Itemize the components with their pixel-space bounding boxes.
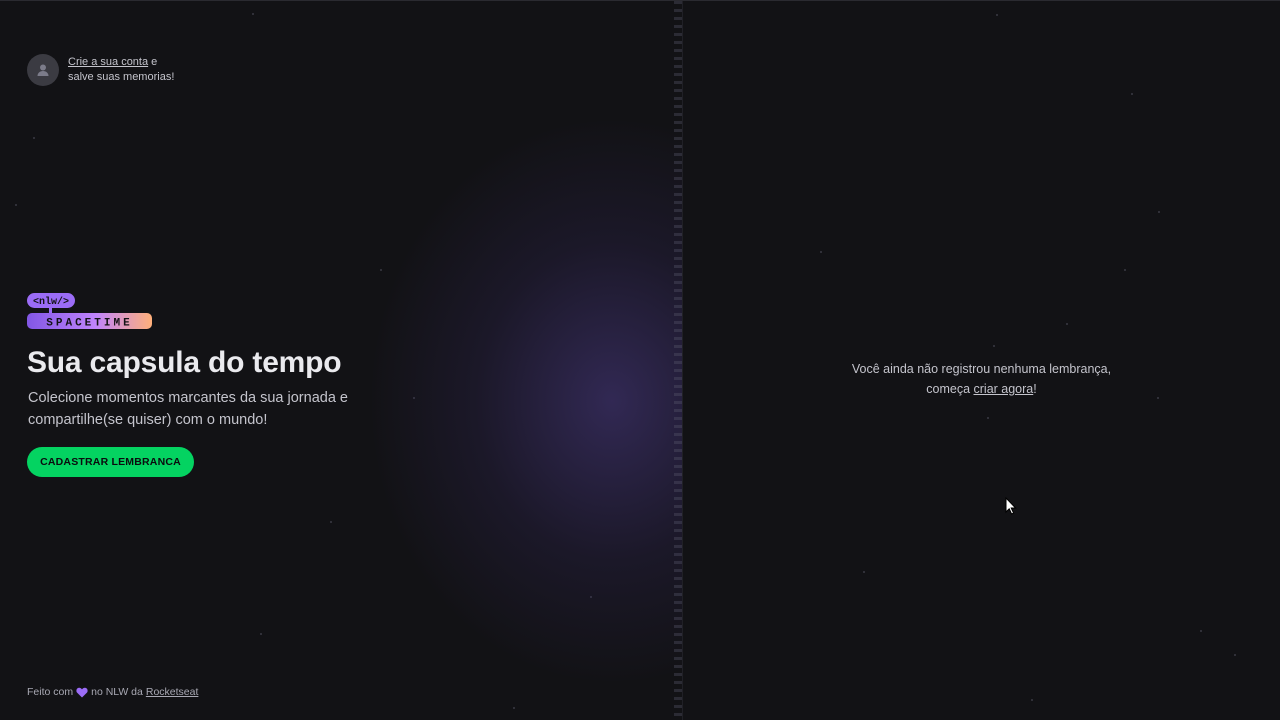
register-memory-button[interactable]: CADASTRAR LEMBRANCA: [27, 447, 194, 477]
purple-blur-glow: [372, 121, 682, 681]
avatar[interactable]: [27, 54, 59, 86]
logo-badge-text: <nlw/>: [33, 296, 69, 308]
right-panel: Você ainda não registrou nenhuma lembran…: [683, 1, 1280, 720]
left-panel: Crie a sua conta e salve suas memorias! …: [0, 1, 683, 720]
create-account-link[interactable]: Crie a sua conta: [68, 56, 148, 68]
user-icon: [37, 64, 49, 76]
footer-middle: no NLW da: [91, 686, 143, 698]
hero-subtitle: Colecione momentos marcantes da sua jorn…: [28, 390, 348, 428]
page-title: Sua capsula do tempo: [27, 346, 342, 379]
signin-block[interactable]: Crie a sua conta e salve suas memorias!: [27, 54, 174, 86]
signin-text: Crie a sua conta e salve suas memorias!: [68, 55, 174, 85]
empty-state-line1: Você ainda não registrou nenhuma lembran…: [851, 362, 1112, 376]
empty-state-suffix: !: [1033, 382, 1037, 396]
footer-prefix: Feito com: [27, 686, 74, 698]
signin-text-after: e: [148, 56, 158, 68]
create-now-link[interactable]: criar agora: [974, 382, 1034, 396]
rocketseat-link[interactable]: Rocketseat: [146, 686, 199, 698]
striped-divider: [674, 1, 682, 720]
signin-text-line2: salve suas memorias!: [68, 71, 175, 83]
empty-state-prefix: começa: [926, 382, 974, 396]
footer: Feito com no NLW da Rocketseat: [27, 686, 198, 698]
purple-heart-icon: [76, 687, 88, 697]
logo-wordmark: SPACETIME: [46, 317, 132, 329]
mouse-cursor-icon: [1005, 497, 1017, 515]
nlw-spacetime-logo: <nlw/> SPACETIME: [27, 292, 153, 337]
empty-state-message: Você ainda não registrou nenhuma lembran…: [683, 359, 1280, 399]
app-page: Crie a sua conta e salve suas memorias! …: [0, 0, 1280, 720]
